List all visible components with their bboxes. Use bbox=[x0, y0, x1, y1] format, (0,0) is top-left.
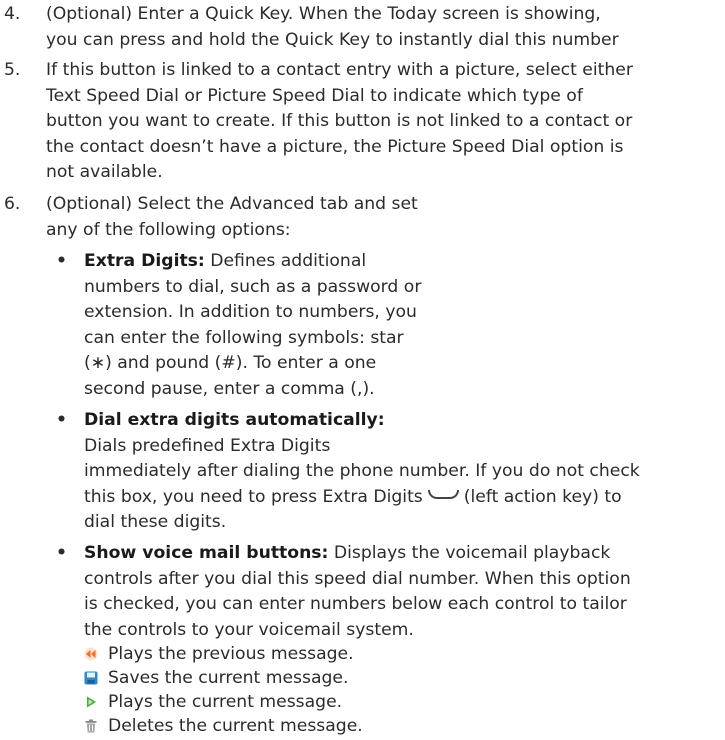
option-description: Defines additional bbox=[210, 251, 367, 271]
option-description: Displays the voicemail playback bbox=[333, 543, 611, 563]
text-line: controls after you dial this speed dial … bbox=[84, 568, 631, 589]
play-message-icon bbox=[87, 696, 96, 708]
text-line: dial these digits. bbox=[84, 512, 227, 532]
text-line: this box, you need to press Extra Digits… bbox=[84, 485, 719, 511]
bullet-text: Dial extra digits automatically: Dials p… bbox=[84, 408, 719, 536]
text-line: the controls to your voicemail system. bbox=[84, 619, 414, 640]
bullet-text: Extra Digits: Defines additional numbers… bbox=[84, 249, 719, 402]
save-message-icon bbox=[84, 671, 98, 685]
option-term: Extra Digits: bbox=[84, 251, 205, 271]
bullet-text: Show voice mail buttons: Displays the vo… bbox=[84, 541, 719, 643]
bullet-icon: • bbox=[56, 543, 67, 563]
voicemail-delete-row: Deletes the current message. bbox=[84, 714, 684, 738]
text-line: you can press and hold the Quick Key to … bbox=[46, 29, 619, 50]
step-number: 5. bbox=[4, 60, 21, 80]
text-line: (Optional) Select the Advanced tab and s… bbox=[46, 194, 418, 214]
text-line: numbers to dial, such as a password or bbox=[84, 276, 422, 297]
text-line: Extra Digits: Defines additional bbox=[84, 249, 719, 275]
voicemail-save-row: Saves the current message. bbox=[84, 666, 684, 690]
text-line: button you want to create. If this butto… bbox=[46, 111, 633, 131]
voicemail-play-row: Plays the current message. bbox=[84, 690, 684, 714]
text-line: If this button is linked to a contact en… bbox=[46, 60, 633, 80]
voicemail-label: Plays the current message. bbox=[108, 692, 343, 712]
text-line: not available. bbox=[46, 162, 163, 182]
text-line: Dials predefined Extra Digits bbox=[84, 435, 331, 456]
step-text: If this button is linked to a contact en… bbox=[46, 58, 719, 186]
text-line: Show voice mail buttons: Displays the vo… bbox=[84, 541, 719, 567]
step-text: (Optional) Select the Advanced tab and s… bbox=[46, 192, 719, 243]
text-line: is checked, you can enter numbers below … bbox=[84, 594, 627, 614]
step-number: 4. bbox=[4, 4, 21, 24]
text-line: (∗) and pound (#). To enter a one bbox=[84, 353, 377, 373]
voicemail-label: Deletes the current message. bbox=[108, 716, 363, 736]
voicemail-label: Plays the previous message. bbox=[108, 644, 354, 664]
option-term-text: Dial extra digits automatically: bbox=[84, 410, 385, 430]
text-line: the contact doesn’t have a picture, the … bbox=[46, 136, 624, 157]
text-line: Text Speed Dial or Picture Speed Dial to… bbox=[46, 85, 583, 106]
text-line: second pause, enter a comma (,). bbox=[84, 378, 375, 399]
text-fragment: (left action key) to bbox=[463, 486, 622, 507]
option-term: Show voice mail buttons: bbox=[84, 543, 329, 563]
previous-message-icon bbox=[84, 647, 98, 661]
text-line: can enter the following symbols: star bbox=[84, 327, 404, 348]
text-line: (Optional) Enter a Quick Key. When the T… bbox=[46, 4, 601, 24]
bullet-icon: • bbox=[56, 410, 67, 430]
text-line: extension. In addition to numbers, you bbox=[84, 302, 417, 322]
voicemail-label: Saves the current message. bbox=[108, 668, 349, 688]
delete-message-icon bbox=[85, 719, 97, 733]
text-line: any of the following options: bbox=[46, 219, 291, 240]
text-line: immediately after dialing the phone numb… bbox=[84, 461, 640, 481]
text-fragment: this box, you need to press Extra Digits bbox=[84, 486, 423, 507]
left-action-key-icon bbox=[427, 489, 459, 499]
option-term: Dial extra digits automatically: bbox=[84, 408, 719, 434]
bullet-icon: • bbox=[56, 251, 67, 271]
step-text: (Optional) Enter a Quick Key. When the T… bbox=[46, 2, 719, 53]
step-number: 6. bbox=[4, 194, 21, 214]
voicemail-previous-row: Plays the previous message. bbox=[84, 642, 684, 666]
